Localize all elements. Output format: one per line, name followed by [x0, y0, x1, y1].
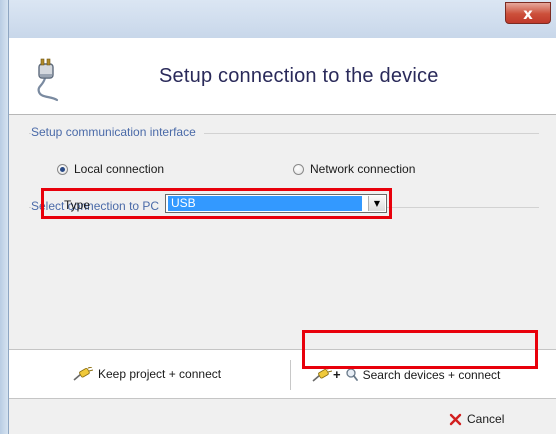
search-devices-connect-label: Search devices + connect	[362, 367, 501, 382]
button-divider	[290, 360, 291, 390]
close-icon	[449, 413, 462, 425]
section-label-pc-connection: Select connection to PC	[31, 199, 168, 213]
window-close-button[interactable]: x	[505, 2, 551, 24]
radio-local-connection[interactable]: Local connection	[57, 162, 164, 176]
radio-network-connection[interactable]: Network connection	[293, 162, 415, 176]
chevron-down-icon[interactable]: ▼	[368, 196, 385, 211]
dialog-footer: Cancel	[9, 399, 556, 434]
dialog-client-area: Setup connection to the device Setup com…	[9, 38, 556, 434]
window-frame-left	[0, 0, 9, 434]
dialog-window: x Setup connection to the device Setup c…	[0, 0, 556, 434]
dialog-title: Setup connection to the device	[159, 65, 439, 87]
radio-button-checked[interactable]	[57, 163, 68, 175]
search-devices-connect-button[interactable]: + Search devices + connect	[312, 367, 500, 382]
plus-icon: +	[333, 367, 341, 382]
radio-label-network: Network connection	[310, 162, 416, 176]
action-buttons-row: Keep project + connect + Search devices …	[9, 349, 556, 399]
cancel-button[interactable]: Cancel	[449, 412, 504, 426]
section-label-communication: Setup communication interface	[31, 125, 204, 139]
keep-project-connect-button[interactable]: Keep project + connect	[73, 367, 221, 381]
type-dropdown[interactable]: USB ▼	[165, 194, 387, 213]
connect-plug-icon	[312, 367, 332, 382]
radio-label-local: Local connection	[74, 162, 165, 176]
cancel-label: Cancel	[467, 412, 505, 426]
type-label: Type	[64, 198, 91, 212]
type-dropdown-value: USB	[168, 196, 362, 211]
plug-icon	[37, 58, 59, 102]
settings-panel: Setup communication interface Local conn…	[9, 115, 556, 349]
connect-plug-icon	[73, 367, 93, 381]
title-bar[interactable]: x	[9, 0, 556, 38]
dialog-header: Setup connection to the device	[9, 38, 556, 114]
radio-button-unchecked[interactable]	[293, 163, 304, 175]
keep-project-connect-label: Keep project + connect	[98, 367, 222, 381]
search-icon	[345, 367, 358, 381]
